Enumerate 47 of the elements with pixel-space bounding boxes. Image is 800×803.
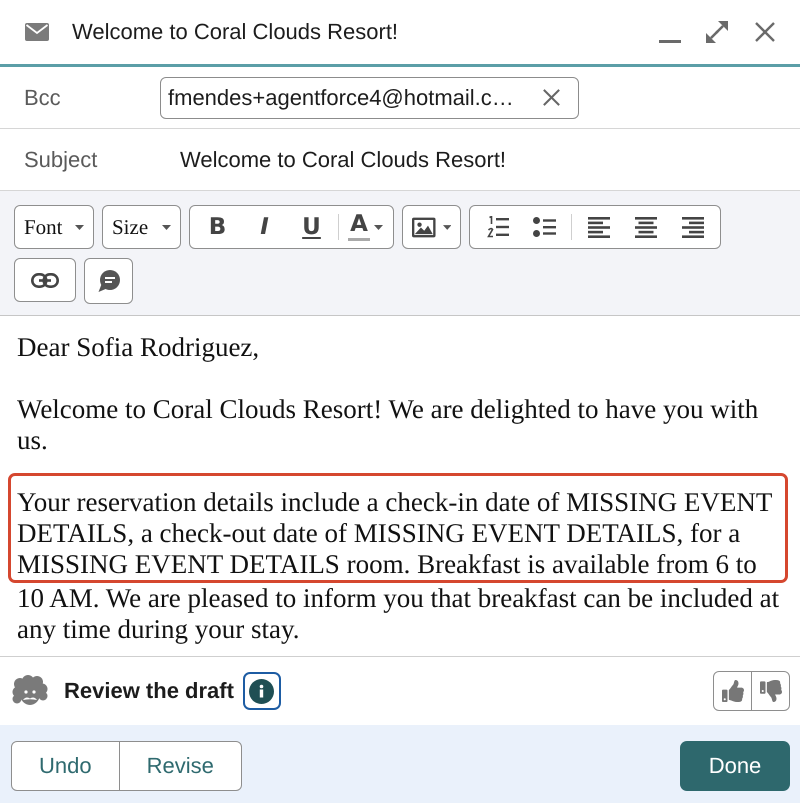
caret-icon <box>162 224 171 230</box>
draft-action-button[interactable]: Revise <box>118 742 241 790</box>
info-button[interactable] <box>242 672 281 710</box>
thumbs-up-icon <box>722 680 744 702</box>
thumbs-down-icon <box>760 680 782 702</box>
close-icon <box>755 22 775 42</box>
align-left-icon <box>588 216 610 238</box>
subject-label: Subject <box>24 146 98 172</box>
caret-icon <box>75 224 84 230</box>
caret-icon <box>442 224 451 230</box>
font-dropdown[interactable]: Font <box>14 205 94 249</box>
comment-icon <box>96 270 120 292</box>
bcc-label: Bcc <box>24 84 62 110</box>
minimize-icon <box>659 40 681 43</box>
bold-button[interactable]: B <box>194 207 241 247</box>
size-dropdown[interactable]: Size <box>102 205 181 249</box>
numbered-list-icon <box>486 216 508 238</box>
insert-image-button[interactable] <box>402 205 461 249</box>
italic-button[interactable]: I <box>241 207 288 247</box>
link-icon <box>31 272 59 288</box>
text-color-button[interactable]: A <box>342 207 389 247</box>
link-button[interactable] <box>14 258 76 302</box>
align-center-icon <box>634 216 656 238</box>
cartoon-head-icon <box>12 675 48 707</box>
recipient-email: fmendes+agentforce4@hotmail.c… <box>168 84 514 110</box>
done-button[interactable]: Done <box>680 741 790 791</box>
window-title: Welcome to Coral Clouds Resort! <box>72 19 400 45</box>
remove-icon <box>543 89 560 106</box>
expand-button[interactable] <box>706 21 728 43</box>
mail-icon <box>25 23 49 41</box>
align-right-icon <box>682 216 704 238</box>
email-text: Welcome to Coral Clouds Resort! We are delighted to have you with us. <box>17 394 760 456</box>
expand-icon <box>706 21 728 43</box>
close-button[interactable] <box>755 21 775 43</box>
underline-button[interactable]: U <box>288 207 335 247</box>
subject-field[interactable]: Welcome to Coral Clouds Resort! <box>180 146 506 172</box>
highlighted-passage: Your reservation details include a check-in date of MISSING EVENT DETAILS, a check-out date of MISSING EVENT DETAILS, for a MISSING EVENT DETAILS room. Breakfast is available from 6 to <box>8 473 788 583</box>
email-text: 10 AM. We are pleased to inform you that breakfast can be included at any time during your stay. <box>17 583 780 645</box>
bulleted-list-icon <box>533 217 556 237</box>
remove-recipient-button[interactable] <box>543 89 560 106</box>
email-text: Dear Sofia Rodriguez, <box>17 332 260 363</box>
caret-icon <box>374 224 383 230</box>
image-icon <box>412 216 436 238</box>
review-title: Review the draft <box>64 678 234 704</box>
info-icon <box>249 678 274 704</box>
comment-button[interactable] <box>84 258 133 304</box>
draft-action-button[interactable]: Undo <box>12 742 119 790</box>
